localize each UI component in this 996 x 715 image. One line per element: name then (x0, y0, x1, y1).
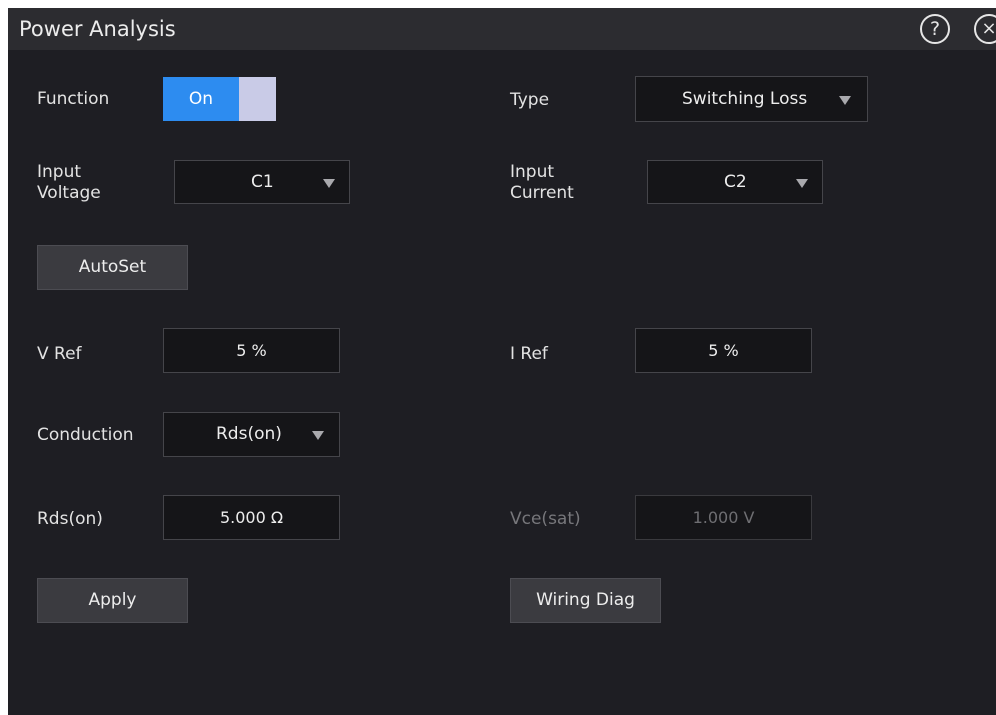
type-label: Type (510, 90, 550, 110)
i-ref-input[interactable]: 5 % (635, 328, 812, 373)
function-label: Function (37, 89, 110, 109)
help-icon[interactable]: ? (920, 14, 950, 44)
autoset-button[interactable]: AutoSet (37, 245, 188, 290)
type-dropdown-value: Switching Loss (682, 89, 808, 109)
dialog-title: Power Analysis (19, 17, 176, 41)
input-current-dropdown[interactable]: C2 (647, 160, 823, 204)
chevron-down-icon (796, 179, 808, 188)
type-dropdown[interactable]: Switching Loss (635, 76, 868, 122)
i-ref-label: I Ref (510, 344, 548, 364)
input-current-value: C2 (724, 172, 747, 192)
close-icon[interactable]: × (974, 14, 996, 44)
toggle-knob (239, 77, 276, 121)
chevron-down-icon (323, 179, 335, 188)
input-current-label: Input Current (510, 162, 574, 203)
rds-on-input[interactable]: 5.000 Ω (163, 495, 340, 540)
input-voltage-dropdown[interactable]: C1 (174, 160, 350, 204)
conduction-value: Rds(on) (216, 424, 282, 444)
vce-sat-input: 1.000 V (635, 495, 812, 540)
v-ref-label: V Ref (37, 344, 82, 364)
input-voltage-label: Input Voltage (37, 162, 101, 203)
vce-sat-label: Vce(sat) (510, 509, 581, 529)
title-bar: Power Analysis ? × (8, 8, 996, 50)
rds-on-label: Rds(on) (37, 509, 103, 529)
power-analysis-dialog: Power Analysis ? × Function On Type Swit… (8, 8, 996, 715)
conduction-label: Conduction (37, 425, 134, 445)
chevron-down-icon (312, 431, 324, 440)
input-voltage-value: C1 (251, 172, 274, 192)
v-ref-input[interactable]: 5 % (163, 328, 340, 373)
function-toggle[interactable]: On (163, 77, 276, 121)
toggle-on-state: On (163, 77, 239, 121)
chevron-down-icon (839, 96, 851, 105)
wiring-diag-button[interactable]: Wiring Diag (510, 578, 661, 623)
conduction-dropdown[interactable]: Rds(on) (163, 412, 340, 457)
apply-button[interactable]: Apply (37, 578, 188, 623)
